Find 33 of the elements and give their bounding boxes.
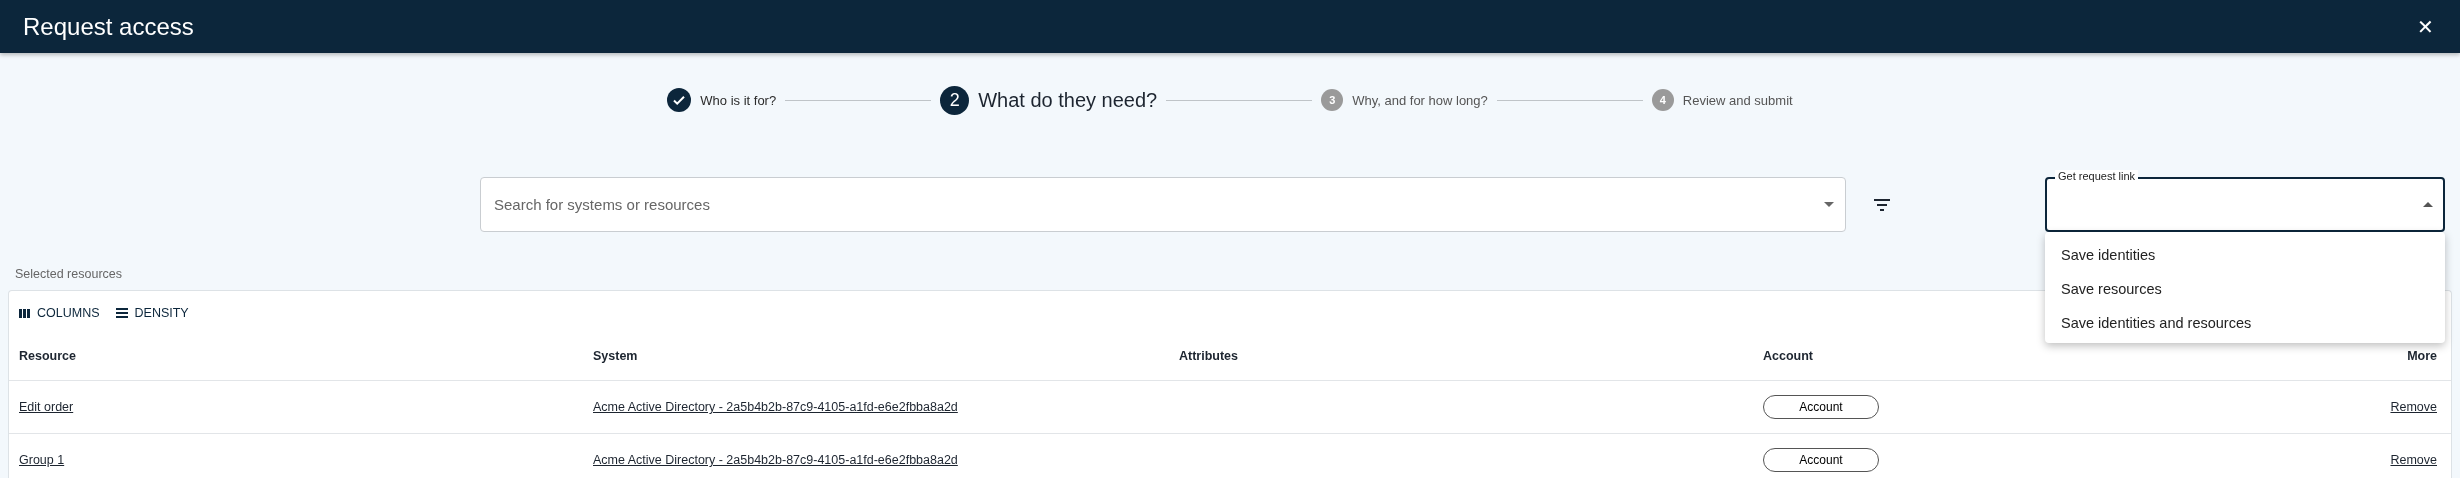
filter-icon[interactable] (1874, 198, 1890, 211)
menu-item[interactable]: Save identities (2045, 238, 2445, 272)
caret-up-icon (2423, 202, 2433, 207)
density-button[interactable]: DENSITY (115, 306, 189, 320)
columns-button[interactable]: COLUMNS (19, 306, 100, 320)
menu-item[interactable]: Save identities and resources (2045, 306, 2445, 340)
step-label: Review and submit (1682, 92, 1793, 108)
lines-icon (115, 308, 128, 318)
close-button[interactable]: ✕ (2417, 14, 2434, 39)
step-number: 3 (1321, 89, 1344, 111)
step-label: Why, and for how long? (1352, 92, 1488, 108)
remove-link[interactable]: Remove (2390, 400, 2437, 414)
page-title: Request access (23, 12, 194, 41)
columns-icon (19, 308, 30, 318)
column-header: Resource (9, 323, 593, 381)
column-header: System (593, 323, 1179, 381)
column-header: Attributes (1179, 323, 1763, 381)
step-label: What do they need? (978, 88, 1158, 112)
account-button[interactable]: Account (1763, 395, 1879, 419)
section-title: Selected resources (15, 267, 122, 281)
field-label: Get request link (2055, 170, 2139, 183)
step-label: Who is it for? (700, 92, 777, 108)
dropdown-arrow-icon (1824, 202, 1834, 207)
system-link[interactable]: Acme Active Directory - 2a5b4b2b-87c9-4105-a1fd-e6e2fbba8a2d (593, 400, 958, 414)
resource-link[interactable]: Edit order (19, 400, 74, 414)
search-field[interactable]: Search for systems or resources (480, 177, 1846, 232)
step-number: 2 (940, 85, 970, 115)
account-button[interactable]: Account (1763, 448, 1879, 472)
menu-item[interactable]: Save resources (2045, 272, 2445, 306)
step-number: 4 (1651, 89, 1674, 111)
resource-link[interactable]: Group 1 (19, 453, 65, 467)
remove-link[interactable]: Remove (2390, 453, 2437, 467)
system-link[interactable]: Acme Active Directory - 2a5b4b2b-87c9-4105-a1fd-e6e2fbba8a2d (593, 453, 958, 467)
